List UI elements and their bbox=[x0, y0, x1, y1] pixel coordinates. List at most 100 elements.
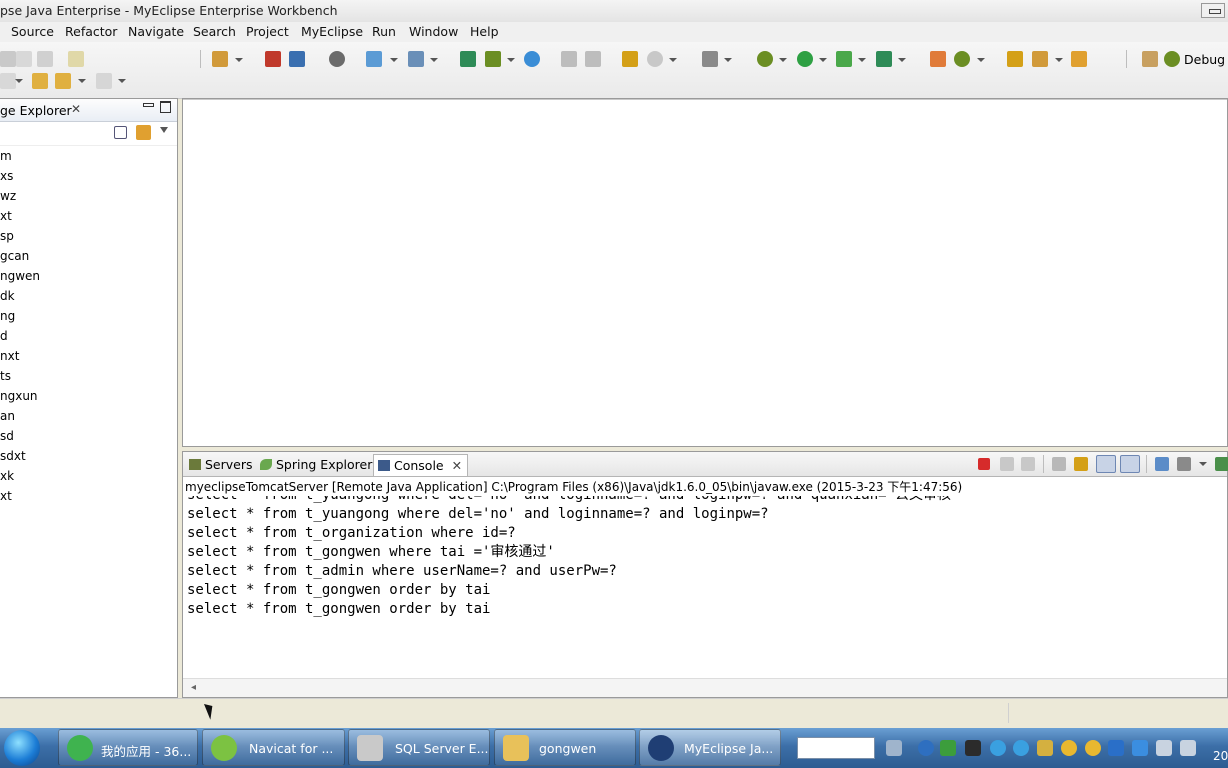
list-item[interactable]: sd bbox=[0, 429, 14, 449]
search-icon[interactable] bbox=[918, 740, 934, 756]
show-console-on-error-icon[interactable] bbox=[1120, 455, 1140, 473]
console-dropdown-icon[interactable] bbox=[1199, 462, 1207, 466]
menu-navigate[interactable]: Navigate bbox=[128, 24, 184, 39]
horizontal-scrollbar[interactable]: ◂ bbox=[183, 678, 1227, 697]
link-with-editor-icon[interactable] bbox=[136, 125, 151, 140]
run-dropdown-icon[interactable] bbox=[819, 58, 827, 62]
new-wizard-dropdown-icon[interactable] bbox=[235, 58, 243, 62]
media-icon[interactable] bbox=[1037, 740, 1053, 756]
next-annotation-icon[interactable] bbox=[585, 51, 601, 67]
qq-penguin-icon[interactable] bbox=[1061, 740, 1077, 756]
qq-icon[interactable] bbox=[990, 740, 1006, 756]
new-wizard-icon[interactable] bbox=[212, 51, 228, 67]
open-console-icon[interactable] bbox=[1215, 457, 1228, 471]
snapshot-icon[interactable] bbox=[702, 51, 718, 67]
debug-bug-icon[interactable] bbox=[757, 51, 773, 67]
open-type-icon[interactable] bbox=[265, 51, 281, 67]
shield-icon[interactable] bbox=[1132, 740, 1148, 756]
debug-dropdown-icon[interactable] bbox=[779, 58, 787, 62]
menu-help[interactable]: Help bbox=[470, 24, 499, 39]
list-item[interactable]: sp bbox=[0, 229, 14, 249]
forward-dropdown-icon[interactable] bbox=[118, 79, 126, 83]
list-item[interactable]: d bbox=[0, 329, 8, 349]
run-server-dropdown-icon[interactable] bbox=[507, 58, 515, 62]
debug-perspective-label[interactable]: Debug bbox=[1184, 52, 1225, 67]
chat-icon[interactable] bbox=[1013, 740, 1029, 756]
list-item[interactable]: m bbox=[0, 149, 12, 169]
volume-icon[interactable] bbox=[1180, 740, 1196, 756]
list-item[interactable]: ngwen bbox=[0, 269, 40, 289]
new-web-project-dropdown-icon[interactable] bbox=[390, 58, 398, 62]
show-console-on-output-icon[interactable] bbox=[1096, 455, 1116, 473]
open-perspective-icon[interactable] bbox=[622, 51, 638, 67]
clear-console-icon[interactable] bbox=[1052, 457, 1066, 471]
start-orb-icon[interactable] bbox=[4, 730, 40, 766]
taskbar-item-sql-server[interactable]: SQL Server E... bbox=[348, 729, 490, 766]
task-icon[interactable] bbox=[1071, 51, 1087, 67]
external-tools-dropdown-icon[interactable] bbox=[898, 58, 906, 62]
external-tools-icon[interactable] bbox=[876, 51, 892, 67]
run-external-dropdown-icon[interactable] bbox=[858, 58, 866, 62]
terminate-icon[interactable] bbox=[978, 458, 990, 470]
list-item[interactable]: an bbox=[0, 409, 15, 429]
open-perspective-small-icon[interactable] bbox=[1142, 51, 1158, 67]
remove-launch-icon[interactable] bbox=[1000, 457, 1014, 471]
debug-perspective-icon[interactable] bbox=[1164, 51, 1180, 67]
close-icon[interactable]: ✕ bbox=[452, 458, 462, 473]
maximize-view-icon[interactable] bbox=[160, 101, 171, 113]
list-item[interactable]: xk bbox=[0, 469, 14, 489]
clock[interactable]: 20 bbox=[1213, 749, 1228, 763]
open-resource-icon[interactable] bbox=[289, 51, 305, 67]
keyboard-icon[interactable] bbox=[886, 740, 902, 756]
run-icon[interactable] bbox=[797, 51, 813, 67]
list-item[interactable]: dk bbox=[0, 289, 15, 309]
remove-all-terminated-icon[interactable] bbox=[1021, 457, 1035, 471]
new-ejb-icon[interactable] bbox=[408, 51, 424, 67]
save-all-icon[interactable] bbox=[16, 51, 32, 67]
web-browser-dropdown-icon[interactable] bbox=[669, 58, 677, 62]
save-icon[interactable] bbox=[0, 51, 16, 67]
new-package-icon[interactable] bbox=[930, 51, 946, 67]
search-dropdown-icon[interactable] bbox=[1055, 58, 1063, 62]
menu-run[interactable]: Run bbox=[372, 24, 396, 39]
server-manage-icon[interactable] bbox=[460, 51, 476, 67]
search-flashlight-icon[interactable] bbox=[1032, 51, 1048, 67]
taskbar-item-360-browser[interactable]: 我的应用 - 36... bbox=[58, 729, 198, 766]
display-selected-console-icon[interactable] bbox=[1177, 457, 1191, 471]
browser-globe-icon[interactable] bbox=[524, 51, 540, 67]
last-edit-icon[interactable] bbox=[0, 73, 16, 89]
binary-icon[interactable] bbox=[68, 51, 84, 67]
last-edit-dropdown-icon[interactable] bbox=[15, 79, 23, 83]
network-monitor-icon[interactable] bbox=[940, 740, 956, 756]
qq-penguin-2-icon[interactable] bbox=[1085, 740, 1101, 756]
new-web-project-icon[interactable] bbox=[366, 51, 382, 67]
list-item[interactable]: ngxun bbox=[0, 389, 38, 409]
new-class-icon[interactable] bbox=[954, 51, 970, 67]
list-item[interactable]: ng bbox=[0, 309, 15, 329]
taskbar-item-navicat[interactable]: Navicat for ... bbox=[202, 729, 345, 766]
pin-console-icon[interactable] bbox=[1155, 457, 1169, 471]
scroll-lock-icon[interactable] bbox=[1074, 457, 1088, 471]
antivirus-icon[interactable] bbox=[1108, 740, 1124, 756]
deploy-icon[interactable] bbox=[329, 51, 345, 67]
menu-search[interactable]: Search bbox=[193, 24, 236, 39]
close-icon[interactable]: ✕ bbox=[71, 102, 81, 116]
list-item[interactable]: gcan bbox=[0, 249, 29, 269]
run-server-icon[interactable] bbox=[485, 51, 501, 67]
taskbar-search-input[interactable] bbox=[797, 737, 875, 759]
menu-window[interactable]: Window bbox=[409, 24, 458, 39]
tab-console[interactable]: Console ✕ bbox=[373, 454, 468, 476]
list-item[interactable]: xs bbox=[0, 169, 13, 189]
minimize-view-icon[interactable] bbox=[143, 103, 154, 107]
console-output[interactable]: select * from t_yuangong where del='no' … bbox=[187, 496, 1217, 678]
menu-refactor[interactable]: Refactor bbox=[65, 24, 117, 39]
new-class-dropdown-icon[interactable] bbox=[977, 58, 985, 62]
back-dropdown-icon[interactable] bbox=[78, 79, 86, 83]
taskbar-item-gongwen-folder[interactable]: gongwen bbox=[494, 729, 636, 766]
package-explorer-tab[interactable]: ge Explorer ✕ bbox=[0, 99, 177, 122]
view-menu-icon[interactable] bbox=[160, 127, 168, 133]
back-history-icon[interactable] bbox=[32, 73, 48, 89]
editor-area[interactable] bbox=[182, 98, 1228, 447]
print-icon[interactable] bbox=[37, 51, 53, 67]
list-item[interactable]: ts bbox=[0, 369, 11, 389]
